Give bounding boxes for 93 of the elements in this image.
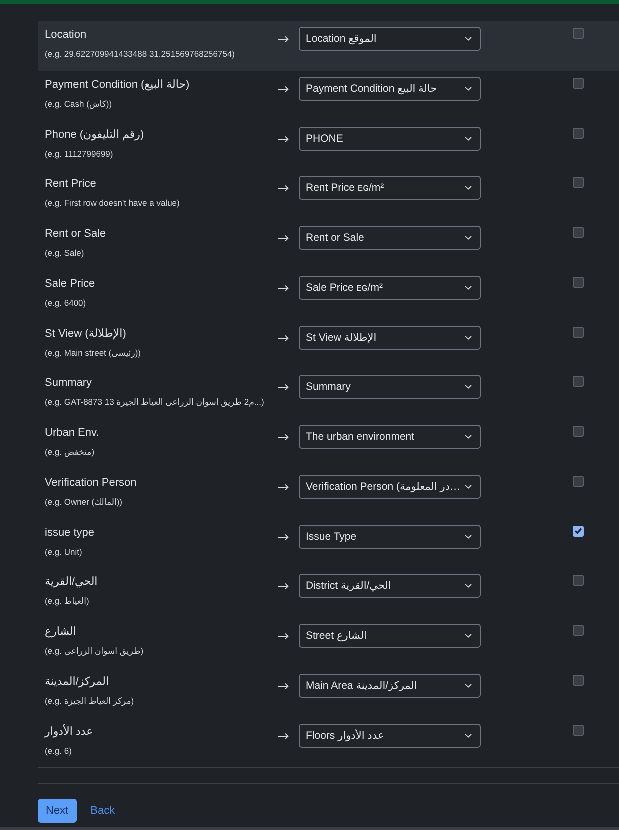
field-label: St View (الإطلالة)	[45, 326, 126, 342]
chevron-down-icon	[465, 634, 472, 638]
column-select[interactable]: PHONE	[299, 126, 481, 150]
arrow-right-icon	[278, 534, 289, 540]
chevron-down-icon	[465, 534, 472, 538]
checkbox[interactable]	[573, 625, 584, 636]
example-text: (e.g. Main street (رئيسى))	[45, 346, 141, 358]
arrow-right-icon	[278, 434, 289, 441]
field-label: issue type	[45, 526, 95, 540]
chevron-down-icon	[465, 484, 472, 489]
chevron-down-icon	[465, 236, 472, 240]
column-select[interactable]: Payment Condition حالة البيع	[299, 76, 481, 101]
example-text: (e.g. 6)	[45, 744, 72, 756]
arrow-right-icon	[278, 284, 289, 292]
field-label: Payment Condition (حالة البيع)	[45, 78, 190, 93]
column-select[interactable]: Summary	[299, 375, 481, 400]
example-text: (e.g. 29.622709941433488 31.251569768256754)	[45, 48, 236, 60]
column-select[interactable]: Main Area المركز/المدينة	[299, 674, 481, 698]
field-label: الحي/القرية	[45, 575, 98, 590]
checkbox[interactable]	[573, 674, 584, 686]
field-label: Summary	[45, 376, 92, 392]
arrow-right-icon	[278, 484, 289, 491]
checkbox[interactable]	[573, 78, 584, 89]
example-text: (e.g. Cash (كاش))	[45, 98, 112, 110]
column-select[interactable]: Rent Price ᴇɢ/m²	[299, 176, 481, 200]
checkbox[interactable]	[573, 276, 584, 288]
arrow-right-icon	[278, 235, 289, 242]
field-label: Location	[45, 28, 87, 43]
field-label: Phone (رقم التليفون)	[45, 128, 144, 142]
column-select[interactable]: Rent or Sale	[299, 226, 481, 250]
arrow-right-icon	[278, 732, 289, 740]
example-text: (e.g. First row doesn't have a value)	[45, 197, 180, 210]
arrow-right-icon	[278, 583, 289, 590]
column-select[interactable]: Location الموقع	[299, 27, 481, 51]
arrow-right-icon	[278, 36, 289, 43]
chevron-down-icon	[465, 136, 472, 140]
checkbox[interactable]	[573, 724, 584, 736]
column-select[interactable]: District الحي/القرية	[299, 574, 481, 598]
column-select[interactable]: The urban environment	[299, 425, 481, 449]
column-select[interactable]: Street الشارع	[299, 624, 481, 648]
chevron-down-icon	[465, 385, 472, 390]
arrow-right-icon	[278, 384, 289, 392]
checkbox[interactable]	[573, 177, 584, 188]
example-text: (e.g. مركز العياط الجيزة)	[45, 694, 134, 707]
chevron-down-icon	[465, 684, 472, 688]
field-label: Sale Price	[45, 276, 96, 292]
chevron-down-icon	[465, 435, 472, 439]
back-link[interactable]: Back	[90, 804, 116, 818]
field-label: Verification Person	[45, 476, 137, 491]
arrow-right-icon	[278, 86, 289, 93]
example-text: (e.g. 1112799699)	[45, 148, 114, 160]
column-select[interactable]: Sale Price ᴇɢ/m²	[299, 276, 481, 300]
column-select[interactable]: St View الإطلالة	[299, 326, 481, 350]
field-label: Rent or Sale	[45, 227, 106, 242]
field-label: المركز/المدينة	[45, 674, 110, 690]
chevron-down-icon	[465, 584, 472, 588]
arrow-right-icon	[278, 633, 289, 640]
example-text: (e.g. طريق اسوان الزراعى)	[45, 645, 144, 657]
field-label: الشارع	[45, 625, 76, 640]
checkbox[interactable]	[573, 326, 584, 338]
arrow-right-icon	[278, 136, 289, 142]
arrow-right-icon	[278, 334, 289, 342]
example-text: (e.g. GAT-8873 13 م2 طريق اسوان الزراعى العياط الجيزة...)	[45, 396, 264, 408]
example-text: (e.g. Unit)	[45, 546, 82, 558]
chevron-down-icon	[465, 186, 472, 190]
checkbox[interactable]	[573, 128, 584, 138]
chevron-down-icon	[465, 37, 472, 41]
arrow-right-icon	[278, 682, 289, 690]
checkbox[interactable]	[573, 426, 584, 437]
example-text: (e.g. 6400)	[45, 296, 86, 309]
column-select[interactable]: Issue Type	[299, 524, 481, 548]
arrow-right-icon	[278, 185, 289, 192]
chevron-down-icon	[465, 734, 472, 738]
checkbox[interactable]	[573, 376, 584, 388]
checkmark-icon	[575, 528, 582, 534]
chevron-down-icon	[465, 336, 472, 340]
checkbox[interactable]	[573, 28, 584, 39]
example-text: (e.g. Sale)	[45, 247, 84, 259]
field-label: Rent Price	[45, 177, 96, 192]
example-text: (e.g. منخفض)	[45, 446, 95, 458]
column-select[interactable]: Floors عدد الأدوار	[299, 724, 481, 748]
column-select[interactable]: Verification Person (در المعلومة…	[299, 474, 481, 499]
chevron-down-icon	[465, 86, 472, 91]
checkbox[interactable]	[573, 476, 584, 487]
example-text: (e.g. العياط)	[45, 595, 90, 608]
checkbox[interactable]	[573, 526, 584, 536]
checkbox[interactable]	[573, 575, 584, 586]
next-button[interactable]: Next	[38, 799, 77, 824]
field-label: عدد الأدوار	[45, 724, 94, 740]
chevron-down-icon	[465, 286, 472, 290]
checkbox[interactable]	[573, 227, 584, 238]
example-text: (e.g. Owner (المالك))	[45, 496, 122, 508]
field-label: Urban Env.	[45, 426, 100, 441]
